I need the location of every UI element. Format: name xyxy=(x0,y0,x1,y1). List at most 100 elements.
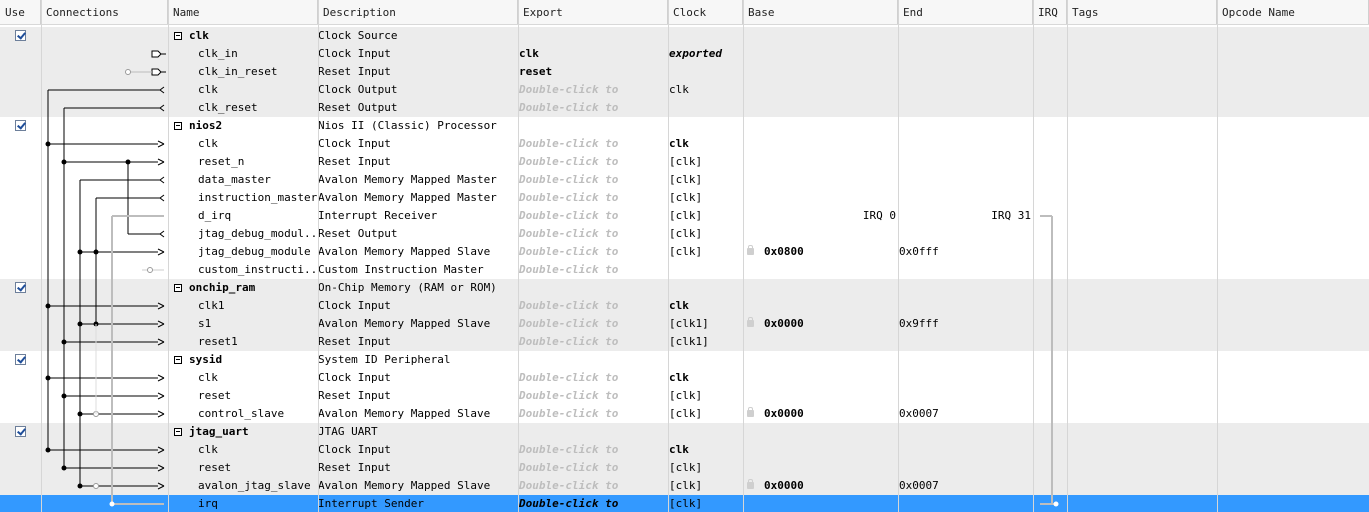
collapse-icon[interactable] xyxy=(174,428,182,436)
interface-name[interactable]: clk xyxy=(198,441,317,459)
interface-name[interactable]: control_slave xyxy=(198,405,317,423)
clock-field[interactable]: [clk] xyxy=(669,207,742,225)
clock-field[interactable]: [clk] xyxy=(669,243,742,261)
interface-row[interactable]: reset Reset Input Double-click to [clk] xyxy=(0,387,1369,405)
export-field[interactable]: Double-click to xyxy=(519,315,667,333)
col-header-end[interactable]: End xyxy=(898,0,1033,24)
export-field[interactable]: Double-click to xyxy=(519,189,667,207)
col-header-connections[interactable]: Connections xyxy=(41,0,168,24)
export-field[interactable]: clk xyxy=(519,45,667,63)
clock-field[interactable]: [clk] xyxy=(669,225,742,243)
interface-row[interactable]: clk_reset Reset Output Double-click to xyxy=(0,99,1369,117)
interface-name[interactable]: avalon_jtag_slave xyxy=(198,477,317,495)
export-field[interactable]: Double-click to xyxy=(519,153,667,171)
component-row[interactable]: onchip_ram On-Chip Memory (RAM or ROM) xyxy=(0,279,1369,297)
interface-name[interactable]: clk xyxy=(198,135,317,153)
interface-name[interactable]: clk xyxy=(198,369,317,387)
export-field[interactable]: Double-click to xyxy=(519,207,667,225)
interface-row[interactable]: reset_n Reset Input Double-click to [clk] xyxy=(0,153,1369,171)
export-field[interactable]: reset xyxy=(519,63,667,81)
use-checkbox[interactable] xyxy=(15,354,26,365)
interface-row[interactable]: jtag_debug_module Avalon Memory Mapped Sl… xyxy=(0,243,1369,261)
interface-name[interactable]: clk_reset xyxy=(198,99,317,117)
component-row[interactable]: jtag_uart JTAG UART xyxy=(0,423,1369,441)
col-header-tags[interactable]: Tags xyxy=(1067,0,1217,24)
col-header-clock[interactable]: Clock xyxy=(668,0,743,24)
interface-row[interactable]: reset1 Reset Input Double-click to [clk1] xyxy=(0,333,1369,351)
col-header-opcode-name[interactable]: Opcode Name xyxy=(1217,0,1369,24)
export-field[interactable]: Double-click to xyxy=(519,81,667,99)
clock-field[interactable]: clk xyxy=(669,135,742,153)
use-checkbox[interactable] xyxy=(15,282,26,293)
collapse-icon[interactable] xyxy=(174,356,182,364)
interface-row[interactable]: clk Clock Output Double-click to clk xyxy=(0,81,1369,99)
export-field[interactable]: Double-click to xyxy=(519,243,667,261)
clock-field[interactable]: [clk] xyxy=(669,495,742,512)
collapse-icon[interactable] xyxy=(174,32,182,40)
interface-row[interactable]: avalon_jtag_slave Avalon Memory Mapped Sl… xyxy=(0,477,1369,495)
lock-icon[interactable] xyxy=(747,317,754,327)
export-field[interactable]: Double-click to xyxy=(519,441,667,459)
clock-field[interactable]: [clk1] xyxy=(669,333,742,351)
interface-name[interactable]: custom_instructi... xyxy=(198,261,317,279)
interface-name[interactable]: irq xyxy=(198,495,317,512)
interface-name[interactable]: reset xyxy=(198,387,317,405)
component-name[interactable]: sysid xyxy=(189,351,317,369)
export-field[interactable]: Double-click to xyxy=(519,387,667,405)
export-field[interactable]: Double-click to xyxy=(519,495,667,512)
interface-row[interactable]: clk1 Clock Input Double-click to clk xyxy=(0,297,1369,315)
interface-row[interactable]: jtag_debug_modul... Reset Output Double-cl… xyxy=(0,225,1369,243)
interface-name[interactable]: clk xyxy=(198,81,317,99)
interface-row[interactable]: control_slave Avalon Memory Mapped Slave D… xyxy=(0,405,1369,423)
use-checkbox[interactable] xyxy=(15,30,26,41)
export-field[interactable]: Double-click to xyxy=(519,477,667,495)
component-name[interactable]: clk xyxy=(189,27,317,45)
use-checkbox[interactable] xyxy=(15,426,26,437)
export-field[interactable]: Double-click to xyxy=(519,171,667,189)
interface-name[interactable]: data_master xyxy=(198,171,317,189)
clock-field[interactable]: [clk] xyxy=(669,171,742,189)
clock-field[interactable]: [clk] xyxy=(669,189,742,207)
interface-name[interactable]: jtag_debug_module xyxy=(198,243,317,261)
interface-name[interactable]: instruction_master xyxy=(198,189,317,207)
clock-field[interactable]: [clk] xyxy=(669,405,742,423)
col-header-export[interactable]: Export xyxy=(518,0,668,24)
col-header-use[interactable]: Use xyxy=(0,0,41,24)
interface-name[interactable]: clk_in_reset xyxy=(198,63,317,81)
collapse-icon[interactable] xyxy=(174,122,182,130)
interface-row[interactable]: s1 Avalon Memory Mapped Slave Double-click… xyxy=(0,315,1369,333)
export-field[interactable]: Double-click to xyxy=(519,225,667,243)
interface-name[interactable]: reset1 xyxy=(198,333,317,351)
interface-row[interactable]: irq Interrupt Sender Double-click to [clk] xyxy=(0,495,1369,512)
interface-name[interactable]: reset xyxy=(198,459,317,477)
base-address[interactable]: 0x0000 xyxy=(764,477,894,495)
interface-row[interactable]: clk Clock Input Double-click to clk xyxy=(0,369,1369,387)
export-field[interactable]: Double-click to xyxy=(519,405,667,423)
interface-row[interactable]: clk_in Clock Input clk exported xyxy=(0,45,1369,63)
collapse-icon[interactable] xyxy=(174,284,182,292)
export-field[interactable]: Double-click to xyxy=(519,369,667,387)
clock-field[interactable]: clk xyxy=(669,297,742,315)
base-address[interactable]: 0x0000 xyxy=(764,405,894,423)
clock-field[interactable]: [clk] xyxy=(669,153,742,171)
col-header-irq[interactable]: IRQ xyxy=(1033,0,1067,24)
base-address[interactable]: 0x0800 xyxy=(764,243,894,261)
interface-name[interactable]: s1 xyxy=(198,315,317,333)
clock-field[interactable] xyxy=(669,261,742,279)
export-field[interactable]: Double-click to xyxy=(519,333,667,351)
export-field[interactable]: Double-click to xyxy=(519,297,667,315)
col-header-base[interactable]: Base xyxy=(743,0,898,24)
clock-field[interactable]: [clk] xyxy=(669,387,742,405)
interface-row[interactable]: reset Reset Input Double-click to [clk] xyxy=(0,459,1369,477)
lock-icon[interactable] xyxy=(747,245,754,255)
component-name[interactable]: jtag_uart xyxy=(189,423,317,441)
component-name[interactable]: nios2 xyxy=(189,117,317,135)
interface-name[interactable]: clk1 xyxy=(198,297,317,315)
export-field[interactable]: Double-click to xyxy=(519,459,667,477)
clock-field[interactable]: [clk1] xyxy=(669,315,742,333)
clock-field[interactable]: [clk] xyxy=(669,477,742,495)
col-header-name[interactable]: Name xyxy=(168,0,318,24)
interface-row[interactable]: clk Clock Input Double-click to clk xyxy=(0,135,1369,153)
clock-field[interactable]: clk xyxy=(669,369,742,387)
lock-icon[interactable] xyxy=(747,407,754,417)
